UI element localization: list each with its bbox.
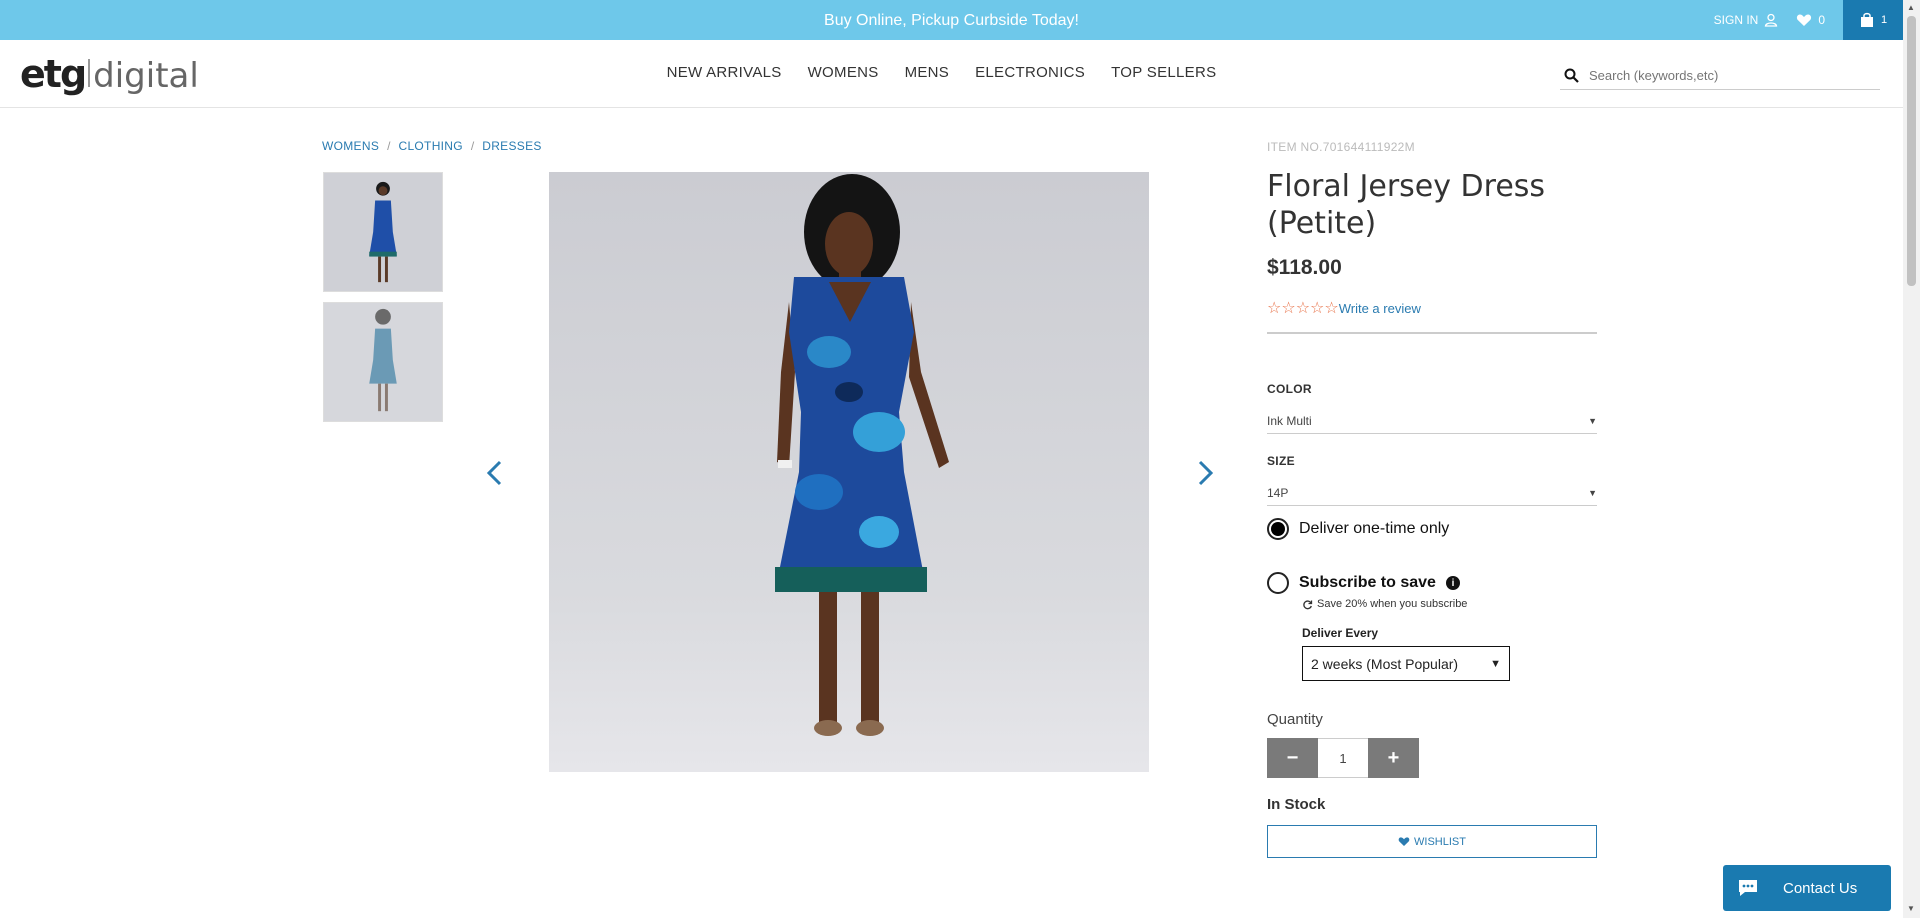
breadcrumb-womens[interactable]: WOMENS [322,139,379,153]
cart-button[interactable]: 1 [1843,0,1903,40]
save-note-text: Save 20% when you subscribe [1317,598,1468,610]
heart-icon [1398,837,1410,846]
product-title-line-2: (Petite) [1267,206,1377,241]
chevron-right-icon [1198,460,1214,486]
radio-dot [1271,522,1285,536]
subscribe-save-note: Save 20% when you subscribe [1302,598,1597,610]
dropdown-caret-icon: ▼ [1588,487,1597,498]
color-select-value: Ink Multi [1267,413,1312,428]
breadcrumb-separator: / [470,139,475,153]
color-label: COLOR [1267,382,1312,396]
dress-model-image [775,174,949,736]
refresh-icon [1303,599,1313,609]
stock-status: In Stock [1267,796,1326,813]
breadcrumb-separator: / [387,139,391,153]
deliver-every-label: Deliver Every [1302,626,1379,640]
shopping-bag-icon [1860,12,1873,27]
star-rating: ☆☆☆☆☆ [1267,300,1339,317]
write-review-link[interactable]: Write a review [1339,301,1421,316]
wishlist-link[interactable]: 0 [1796,13,1825,27]
dropdown-caret-icon: ▼ [1490,657,1501,670]
radio-unselected[interactable] [1267,572,1289,594]
promo-text: Buy Online, Pickup Curbside Today! [824,12,1079,29]
wishlist-count: 0 [1818,13,1825,27]
quantity-decrease-button[interactable]: − [1267,738,1318,778]
contact-us-button[interactable]: Contact Us [1723,865,1891,911]
contact-us-label: Contact Us [1783,879,1858,897]
search-input[interactable] [1589,68,1869,83]
user-icon [1765,13,1778,27]
color-select[interactable]: Ink Multi ▼ [1267,408,1597,434]
radio-selected[interactable] [1267,518,1289,540]
dropdown-caret-icon: ▼ [1588,415,1597,426]
size-select[interactable]: 14P ▼ [1267,480,1597,506]
wishlist-button-label: WISHLIST [1414,835,1466,848]
nav-mens[interactable]: MENS [905,64,950,81]
item-number: ITEM NO.701644111922M [1267,140,1415,154]
scroll-up-arrow[interactable]: ▲ [1907,3,1915,12]
subscribe-label: Subscribe to save [1299,574,1436,591]
nav-electronics[interactable]: ELECTRONICS [975,64,1085,81]
delivery-frequency-value: 2 weeks (Most Popular) [1311,655,1459,672]
scroll-down-arrow[interactable]: ▼ [1907,904,1915,913]
chat-icon [1739,880,1757,896]
page-scrollbar[interactable]: ▲ ▼ [1903,0,1920,918]
deliver-once-label: Deliver one-time only [1299,520,1450,537]
deliver-once-option[interactable]: Deliver one-time only [1267,518,1597,540]
product-main-image [549,172,1149,772]
next-image-arrow[interactable] [1190,458,1220,488]
product-price: $118.00 [1267,256,1342,279]
size-select-value: 14P [1267,485,1289,500]
quantity-stepper: − 1 + [1267,738,1597,778]
search-box [1560,62,1880,90]
nav-top-sellers[interactable]: TOP SELLERS [1111,64,1216,81]
dress-front-thumbnail-image [324,173,442,291]
breadcrumb-clothing[interactable]: CLOTHING [398,139,462,153]
sign-in-label: SIGN IN [1713,13,1759,27]
promo-bar: Buy Online, Pickup Curbside Today! SIGN … [0,0,1903,40]
product-title-line-1: Floral Jersey Dress [1267,169,1546,204]
nav-new-arrivals[interactable]: NEW ARRIVALS [667,64,782,81]
quantity-input[interactable]: 1 [1318,738,1368,778]
delivery-frequency-select[interactable]: 2 weeks (Most Popular) ▼ [1302,646,1510,681]
nav-womens[interactable]: WOMENS [808,64,879,81]
sign-in-link[interactable]: SIGN IN [1714,13,1779,27]
product-rating: ☆☆☆☆☆ Write a review [1267,298,1597,334]
heart-icon [1797,14,1812,26]
utility-links: SIGN IN 0 1 [1714,0,1903,40]
dress-back-thumbnail-image [324,303,442,421]
info-icon[interactable]: i [1445,576,1460,590]
add-to-wishlist-button[interactable]: WISHLIST [1267,825,1597,858]
breadcrumb: WOMENS / CLOTHING / DRESSES [322,139,542,153]
chevron-left-icon [486,460,502,486]
size-label: SIZE [1267,454,1295,468]
product-info: ITEM NO.701644111922M Floral Jersey Dres… [1267,140,1597,858]
subscribe-option[interactable]: Subscribe to save i [1267,572,1597,594]
quantity-increase-button[interactable]: + [1368,738,1419,778]
search-icon[interactable] [1564,68,1579,83]
site-header: etg digital NEW ARRIVALS WOMENS MENS ELE… [0,40,1903,108]
product-thumbnail-front[interactable] [323,172,443,292]
cart-count: 1 [1880,14,1888,26]
quantity-label: Quantity [1267,711,1323,728]
breadcrumb-dresses[interactable]: DRESSES [482,139,541,153]
scrollbar-thumb[interactable] [1907,16,1916,286]
product-title: Floral Jersey Dress (Petite) [1267,168,1597,242]
product-thumbnail-back[interactable] [323,302,443,422]
previous-image-arrow[interactable] [480,458,510,488]
